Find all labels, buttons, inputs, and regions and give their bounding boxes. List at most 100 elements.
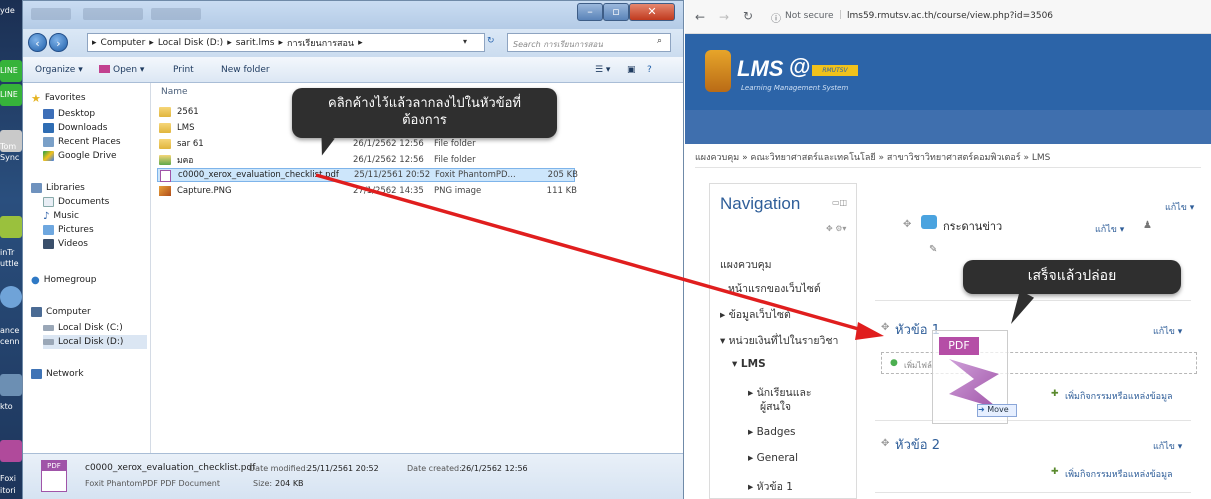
- address-bar-row: ‹ › ▸ Computer ▸ Local Disk (D:) ▸ sarit…: [23, 29, 683, 57]
- chevron-right-icon[interactable]: ▸: [278, 38, 283, 48]
- dropdown-arrow-icon[interactable]: ▾: [463, 37, 467, 46]
- nav-link[interactable]: หน้าแรกของเว็บไซต์: [728, 280, 821, 297]
- forward-arrow-icon[interactable]: →: [719, 10, 729, 24]
- desktop-label: inTr: [0, 248, 15, 257]
- section-divider: [875, 420, 1191, 421]
- file-row[interactable]: Capture.PNG 27/1/2562 14:35 PNG image 11…: [157, 184, 577, 198]
- nav-item-local-disk-c[interactable]: Local Disk (C:): [43, 321, 123, 335]
- nav-link-current-course[interactable]: ▾ LMS: [732, 358, 766, 370]
- intr-app-icon[interactable]: [0, 216, 22, 238]
- nav-label: Desktop: [58, 109, 96, 119]
- forward-button[interactable]: ›: [49, 33, 68, 52]
- section-2-edit-menu[interactable]: แก้ไข ▾: [1153, 439, 1182, 453]
- breadcrumb-item[interactable]: การเรียนการสอน: [287, 36, 354, 50]
- nav-item-downloads[interactable]: Downloads: [43, 121, 107, 135]
- desktop-label: Tom: [0, 142, 17, 151]
- details-modified-value: 25/11/2561 20:52: [307, 464, 379, 473]
- desktop-shortcut-icon[interactable]: [0, 374, 22, 396]
- move-handle-icon[interactable]: ✥: [881, 322, 889, 333]
- file-date: 26/1/2562 12:56: [353, 139, 424, 149]
- address-bar[interactable]: ▸ Computer ▸ Local Disk (D:) ▸ sarit.lms…: [87, 33, 485, 52]
- url-divider: |: [839, 10, 843, 20]
- back-arrow-icon[interactable]: ←: [695, 10, 705, 24]
- homegroup-item[interactable]: ● Homegroup: [31, 273, 96, 287]
- desktop-label: LINE: [0, 90, 18, 99]
- nav-item-pictures[interactable]: Pictures: [43, 223, 94, 237]
- section-1-edit-menu[interactable]: แก้ไข ▾: [1153, 324, 1182, 338]
- file-row[interactable]: มคอ 26/1/2562 12:56 File folder: [157, 153, 575, 167]
- chevron-right-icon[interactable]: ▸: [149, 38, 154, 48]
- close-button[interactable]: ✕: [629, 3, 675, 21]
- forum-edit-menu[interactable]: แก้ไข ▾: [1095, 222, 1124, 236]
- videos-icon: [43, 239, 54, 249]
- title-ghost: [83, 8, 143, 20]
- move-label: Move: [987, 405, 1009, 414]
- move-handle-icon[interactable]: ✥: [903, 219, 911, 230]
- search-input[interactable]: Search การเรียนการสอน: [507, 33, 671, 52]
- details-filename: c0000_xerox_evaluation_checklist.pdf: [85, 463, 256, 473]
- section-2-title[interactable]: หัวข้อ 2: [895, 434, 940, 455]
- chevron-right-icon[interactable]: ▸: [227, 38, 232, 48]
- view-options-icon[interactable]: ☰ ▾: [595, 65, 610, 75]
- open-menu[interactable]: Open ▾: [99, 65, 144, 75]
- nav-link[interactable]: ▾ หน่วยเงินที่ไปในรายวิชา: [720, 332, 838, 349]
- move-handle-icon[interactable]: ✥: [881, 438, 889, 449]
- minimize-button[interactable]: –: [577, 3, 603, 21]
- nav-item-local-disk-d[interactable]: Local Disk (D:): [43, 335, 147, 349]
- folder-icon: [159, 139, 171, 149]
- maximize-button[interactable]: ▫: [603, 3, 629, 21]
- forum-link[interactable]: กระดานข่าว: [943, 217, 1002, 235]
- file-row-selected[interactable]: c0000_xerox_evaluation_checklist.pdf 25/…: [157, 168, 578, 182]
- organize-menu[interactable]: Organize ▾: [35, 65, 83, 75]
- nav-link[interactable]: ▸ General: [748, 452, 798, 464]
- breadcrumb-item[interactable]: Computer: [101, 38, 146, 48]
- libraries-group[interactable]: Libraries: [31, 181, 85, 195]
- app-shortcut-icon[interactable]: [0, 286, 22, 308]
- help-icon[interactable]: ?: [647, 65, 652, 75]
- dock-block-icon[interactable]: ▭◫: [832, 198, 847, 207]
- nav-item-google-drive[interactable]: Google Drive: [43, 149, 117, 163]
- breadcrumb-item[interactable]: sarit.lms: [236, 38, 275, 48]
- file-row[interactable]: sar 61 26/1/2562 12:56 File folder: [157, 137, 575, 151]
- reload-icon[interactable]: ↻: [743, 9, 753, 23]
- nav-link[interactable]: แผงควบคุม: [720, 256, 772, 273]
- add-activity-link[interactable]: เพิ่มกิจกรรมหรือแหล่งข้อมูล: [1065, 467, 1173, 481]
- new-folder-button[interactable]: New folder: [221, 65, 270, 75]
- university-crest-icon: [705, 50, 731, 92]
- desktop-label: uttle: [0, 259, 19, 268]
- nav-item-documents[interactable]: Documents: [43, 195, 109, 209]
- network-item[interactable]: Network: [31, 367, 84, 381]
- user-icon[interactable]: ♟: [1143, 220, 1152, 231]
- desktop-label: cenn: [0, 337, 20, 346]
- nav-link[interactable]: ▸ Badges: [748, 426, 796, 438]
- info-icon[interactable]: ⓘ: [771, 10, 781, 25]
- add-activity-link[interactable]: เพิ่มกิจกรรมหรือแหล่งข้อมูล: [1065, 389, 1173, 403]
- search-icon[interactable]: ⌕: [657, 36, 662, 46]
- pencil-icon[interactable]: ✎: [929, 244, 937, 255]
- file-drop-zone[interactable]: ● เพิ่มไฟล์: [881, 352, 1197, 374]
- computer-group[interactable]: Computer: [31, 305, 91, 319]
- print-button[interactable]: Print: [173, 65, 194, 75]
- edit-menu[interactable]: แก้ไข ▾: [1165, 200, 1194, 214]
- course-breadcrumb[interactable]: แผงควบคุม » คณะวิทยาศาสตร์และเทคโนโลยี »…: [695, 150, 1201, 168]
- explorer-titlebar[interactable]: – ▫ ✕: [23, 1, 683, 29]
- favorites-group[interactable]: ★ Favorites: [31, 91, 86, 105]
- chevron-right-icon[interactable]: ▸: [358, 38, 363, 48]
- breadcrumb-item[interactable]: Local Disk (D:): [158, 38, 223, 48]
- block-actions-icon[interactable]: ✥ ⚙▾: [826, 224, 846, 233]
- url-text[interactable]: lms59.rmutsv.ac.th/course/view.php?id=35…: [847, 11, 1053, 21]
- nav-link[interactable]: ▸ ข้อมูลเว็บไซต์: [720, 306, 791, 323]
- foxit-app-icon[interactable]: [0, 440, 22, 462]
- preview-pane-icon[interactable]: ▣: [627, 65, 636, 75]
- nav-item-recent-places[interactable]: Recent Places: [43, 135, 121, 149]
- nav-item-music[interactable]: ♪ Music: [43, 209, 79, 223]
- back-button[interactable]: ‹: [28, 33, 47, 52]
- nav-label: Google Drive: [58, 151, 117, 161]
- navigation-pane: ★ Favorites Desktop Downloads Recent Plac…: [23, 83, 151, 453]
- nav-link[interactable]: ▸ หัวข้อ 1: [748, 478, 793, 495]
- network-icon: [31, 369, 42, 379]
- nav-item-desktop[interactable]: Desktop: [43, 107, 95, 121]
- column-header-name[interactable]: Name: [161, 87, 188, 97]
- refresh-icon[interactable]: ↻: [487, 36, 495, 46]
- nav-item-videos[interactable]: Videos: [43, 237, 88, 251]
